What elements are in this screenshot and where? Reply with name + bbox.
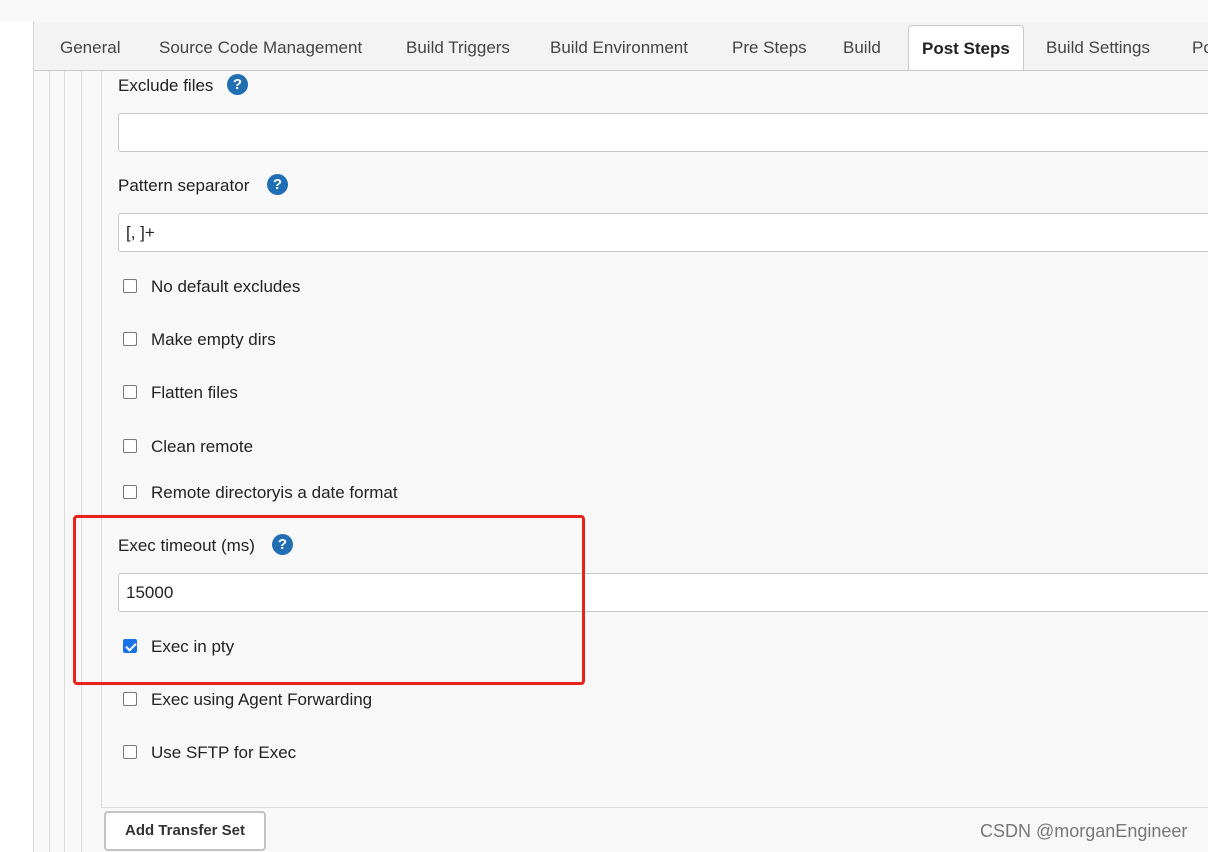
nesting-rail bbox=[49, 71, 50, 852]
help-icon[interactable]: ? bbox=[227, 74, 248, 95]
flatten-files-checkbox[interactable] bbox=[123, 385, 137, 399]
tab-post-build-actions[interactable]: Po bbox=[1192, 22, 1208, 70]
use-sftp-checkbox[interactable] bbox=[123, 745, 137, 759]
pattern-separator-input[interactable]: [, ]+ bbox=[118, 213, 1208, 252]
nesting-rail bbox=[64, 71, 65, 852]
tab-build-settings[interactable]: Build Settings bbox=[1046, 22, 1150, 70]
nesting-rail bbox=[81, 71, 82, 852]
tab-build-environment[interactable]: Build Environment bbox=[550, 22, 688, 70]
remote-directory-date-checkbox[interactable] bbox=[123, 485, 137, 499]
tab-pre-steps[interactable]: Pre Steps bbox=[732, 22, 807, 70]
left-gutter bbox=[0, 22, 34, 852]
no-default-excludes-label: No default excludes bbox=[151, 277, 301, 296]
exclude-files-label: Exclude files bbox=[118, 76, 214, 95]
tab-build-triggers[interactable]: Build Triggers bbox=[406, 22, 510, 70]
top-bar bbox=[0, 0, 1208, 22]
remote-directory-date-label: Remote directoryis a date format bbox=[151, 483, 398, 502]
exec-agent-forwarding-checkbox[interactable] bbox=[123, 692, 137, 706]
flatten-files-label: Flatten files bbox=[151, 383, 238, 402]
exec-agent-forwarding-label: Exec using Agent Forwarding bbox=[151, 690, 373, 709]
annotation-highlight-box bbox=[73, 515, 585, 685]
make-empty-dirs-checkbox[interactable] bbox=[123, 332, 137, 346]
jenkins-config-page: General Source Code Management Build Tri… bbox=[0, 0, 1208, 852]
pattern-separator-label: Pattern separator bbox=[118, 176, 250, 195]
tab-general[interactable]: General bbox=[60, 22, 120, 70]
make-empty-dirs-label: Make empty dirs bbox=[151, 330, 276, 349]
tab-source-code-management[interactable]: Source Code Management bbox=[159, 22, 362, 70]
clean-remote-label: Clean remote bbox=[151, 437, 254, 456]
clean-remote-checkbox[interactable] bbox=[123, 439, 137, 453]
tab-build[interactable]: Build bbox=[843, 22, 881, 70]
config-tabs: General Source Code Management Build Tri… bbox=[34, 22, 1208, 71]
use-sftp-label: Use SFTP for Exec bbox=[151, 743, 297, 762]
help-icon[interactable]: ? bbox=[267, 174, 288, 195]
no-default-excludes-checkbox[interactable] bbox=[123, 279, 137, 293]
add-transfer-set-button[interactable]: Add Transfer Set bbox=[104, 811, 266, 851]
watermark: CSDN @morganEngineer bbox=[980, 821, 1188, 841]
exclude-files-input[interactable] bbox=[118, 113, 1208, 152]
tab-post-steps[interactable]: Post Steps bbox=[908, 25, 1024, 70]
